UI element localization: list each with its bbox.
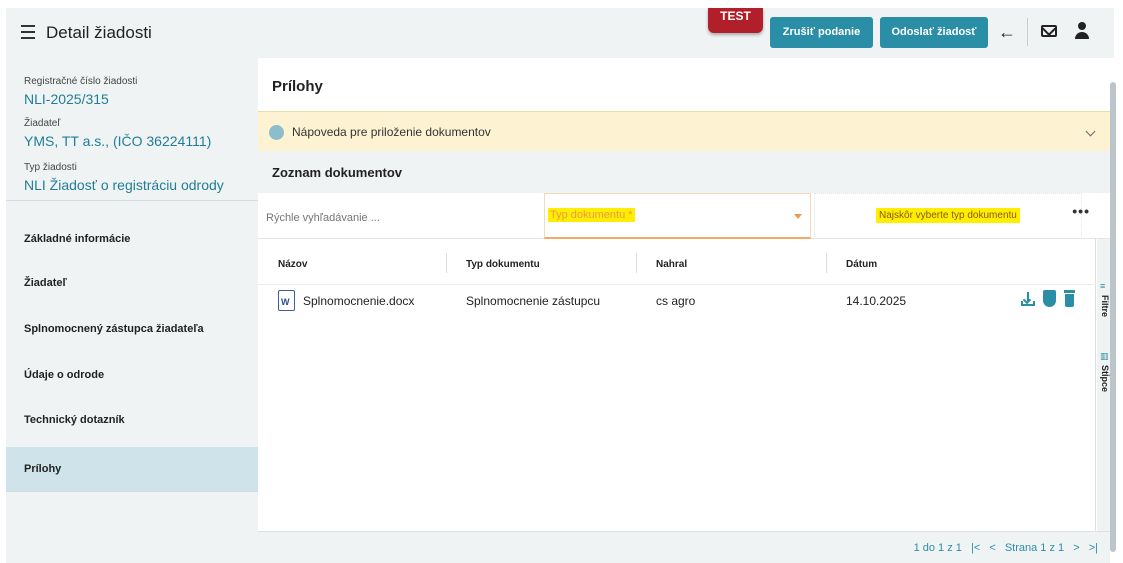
cell-name[interactable]: Splnomocnenie.docx: [303, 294, 414, 308]
header-divider: [1027, 18, 1028, 46]
request-type-value: NLI Žiadosť o registráciu odrody: [24, 177, 224, 193]
page-indicator: Strana 1 z 1: [1004, 542, 1065, 554]
first-page-button[interactable]: |<: [971, 542, 980, 554]
sidebar-item-technical-questionnaire[interactable]: Technický dotazník: [6, 398, 258, 442]
download-icon[interactable]: [1020, 291, 1036, 307]
upload-hint-box: Najskôr vyberte typ dokumentu: [814, 193, 1082, 239]
column-header-date[interactable]: Dátum: [846, 259, 877, 270]
sidebar-item-applicant[interactable]: Žiadateľ: [6, 261, 258, 305]
sidebar-item-representative[interactable]: Splnomocnený zástupca žiadateľa: [6, 307, 258, 351]
reg-number-value: NLI-2025/315: [24, 91, 109, 107]
filter-row: Typ dokumentu * Najskôr vyberte typ doku…: [258, 193, 1110, 239]
main-panel: Prílohy Nápoveda pre priloženie dokument…: [258, 62, 1110, 563]
column-separator: [826, 253, 827, 273]
grid-header: Názov Typ dokumentu Nahral Dátum: [258, 239, 1096, 285]
cancel-submission-button[interactable]: Zrušiť podanie: [770, 17, 873, 48]
column-separator: [636, 253, 637, 273]
table-row[interactable]: Splnomocnenie.docx Splnomocnenie zástupc…: [258, 285, 1096, 315]
applicant-label: Žiadateľ: [24, 118, 61, 129]
sidebar-item-basic-info[interactable]: Základné informácie: [6, 217, 258, 261]
cell-uploaded-by: cs agro: [656, 294, 696, 308]
page-scrollbar[interactable]: [1110, 70, 1116, 563]
sidebar: Registračné číslo žiadosti NLI-2025/315 …: [6, 58, 258, 563]
sidebar-item-variety-data[interactable]: Údaje o odrode: [6, 353, 258, 397]
help-text: Nápoveda pre priloženie dokumentov: [292, 125, 491, 139]
column-separator: [446, 253, 447, 273]
column-header-name[interactable]: Názov: [278, 259, 307, 270]
upload-hint-text: Najskôr vyberte typ dokumentu: [876, 208, 1020, 223]
filter-icon[interactable]: ≡: [1100, 281, 1105, 291]
filters-tab[interactable]: Filtre: [1097, 295, 1110, 317]
sidebar-divider: [6, 200, 258, 201]
last-page-button[interactable]: >|: [1089, 542, 1098, 554]
document-type-select[interactable]: Typ dokumentu *: [544, 193, 811, 239]
documents-grid: Názov Typ dokumentu Nahral Dátum Splnomo…: [258, 239, 1096, 531]
column-header-type[interactable]: Typ dokumentu: [466, 259, 540, 270]
page-title: Detail žiadosti: [46, 23, 152, 42]
section-title: Prílohy: [272, 78, 323, 95]
cell-date: 14.10.2025: [846, 294, 907, 308]
document-list-bar: Zoznam dokumentov: [258, 151, 1110, 193]
more-options-button[interactable]: •••: [1072, 203, 1090, 219]
applicant-value: YMS, TT a.s., (IČO 36224111): [24, 133, 212, 149]
request-type-label: Typ žiadosti: [24, 162, 77, 173]
dropdown-caret-icon: [794, 214, 802, 219]
send-request-button[interactable]: Odoslať žiadosť: [880, 17, 988, 48]
cell-type: Splnomocnenie zástupcu: [466, 294, 601, 308]
shield-icon[interactable]: [1043, 290, 1056, 307]
column-header-uploaded-by[interactable]: Nahral: [656, 259, 687, 270]
help-banner[interactable]: Nápoveda pre priloženie dokumentov: [258, 111, 1110, 151]
next-page-button[interactable]: >: [1073, 542, 1079, 554]
grid-footer: 1 do 1 z 1 |< < Strana 1 z 1 > >|: [258, 531, 1110, 563]
prev-page-button[interactable]: <: [989, 542, 995, 554]
test-badge: TEST: [708, 8, 763, 33]
info-icon: [269, 125, 284, 140]
columns-tab[interactable]: Stĺpce: [1097, 365, 1110, 392]
pagination-range: 1 do 1 z 1: [913, 542, 962, 554]
sidebar-item-attachments[interactable]: Prílohy: [6, 447, 258, 491]
menu-icon[interactable]: [18, 25, 38, 41]
document-type-placeholder: Typ dokumentu *: [548, 208, 635, 222]
columns-icon[interactable]: ▥: [1100, 351, 1109, 362]
pagination: 1 do 1 z 1 |< < Strana 1 z 1 > >|: [908, 542, 1098, 554]
side-tool-panel: ≡ Filtre ▥ Stĺpce: [1097, 239, 1110, 531]
reg-number-label: Registračné číslo žiadosti: [24, 76, 138, 87]
trash-icon[interactable]: [1064, 290, 1075, 307]
back-arrow-icon[interactable]: ←: [997, 22, 1017, 42]
document-list-title: Zoznam dokumentov: [272, 165, 403, 180]
user-icon[interactable]: [1075, 22, 1089, 40]
sidebar-bottom-divider: [6, 491, 258, 492]
quick-search-input[interactable]: [266, 212, 536, 224]
mail-icon[interactable]: [1041, 25, 1057, 37]
chevron-down-icon[interactable]: [1085, 126, 1096, 137]
word-doc-icon: [278, 290, 295, 311]
